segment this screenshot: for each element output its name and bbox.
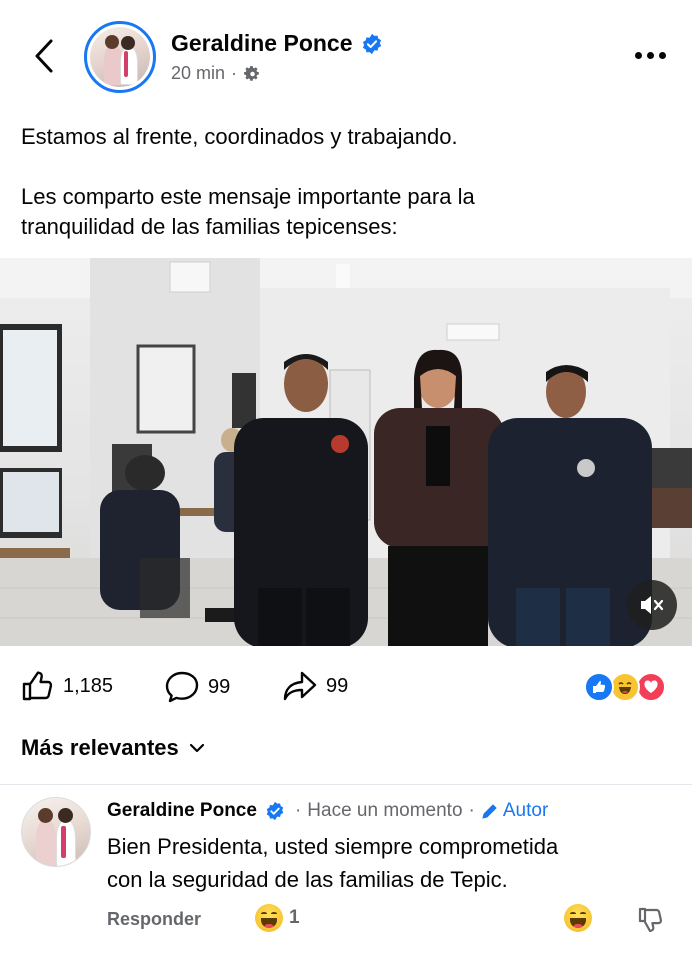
- post-video[interactable]: [0, 258, 692, 646]
- speaker-muted-icon: [641, 596, 664, 614]
- author-badge: Autor: [481, 800, 548, 822]
- post-time[interactable]: 20 min: [171, 63, 225, 84]
- comment-meta: · Hace un momento · Autor: [295, 800, 548, 822]
- like-button[interactable]: 1,185: [21, 670, 113, 702]
- comment-time: Hace un momento: [307, 800, 463, 821]
- more-dot: [646, 51, 654, 59]
- comment-count: 99: [208, 675, 231, 698]
- post-header: Geraldine Ponce 20 min ·: [0, 0, 692, 110]
- author-name-text[interactable]: Geraldine Ponce: [171, 30, 353, 57]
- comment-actions: Responder 1: [107, 904, 677, 938]
- comment-header: Geraldine Ponce · Hace un momento · Auto…: [107, 800, 548, 822]
- haha-icon: [255, 904, 283, 932]
- more-dot: [658, 51, 666, 59]
- comment-reaction-count[interactable]: 1: [255, 904, 300, 932]
- meta-separator: ·: [294, 800, 302, 821]
- love-icon: [636, 672, 666, 702]
- back-button[interactable]: [24, 34, 64, 78]
- thumbs-up-icon: [22, 671, 53, 701]
- meta-separator: ·: [468, 800, 475, 821]
- share-count: 99: [326, 674, 349, 697]
- engagement-bar: 1,185 99 99: [0, 662, 692, 712]
- verified-badge-icon: [266, 801, 284, 821]
- mute-button[interactable]: [627, 580, 677, 630]
- more-options-button[interactable]: [628, 40, 672, 70]
- post-text-line-1: Estamos al frente, coordinados y trabaja…: [21, 124, 458, 149]
- author-name[interactable]: Geraldine Ponce: [171, 30, 383, 57]
- avatar-photo: [90, 27, 150, 87]
- comment-avatar[interactable]: [21, 797, 91, 867]
- reply-button[interactable]: Responder: [107, 909, 201, 930]
- chevron-left-icon: [35, 39, 53, 73]
- haha-icon: [610, 672, 640, 702]
- section-divider: [0, 784, 692, 785]
- share-button[interactable]: 99: [282, 670, 348, 702]
- pencil-icon: [482, 804, 497, 819]
- post-text-line-2: Les comparto este mensaje importante par…: [21, 184, 475, 209]
- comment-sort-dropdown[interactable]: Más relevantes: [21, 735, 205, 761]
- sort-label: Más relevantes: [21, 735, 179, 760]
- profile-avatar[interactable]: [84, 21, 156, 93]
- comment-text-line-1: Bien Presidenta, usted siempre compromet…: [107, 834, 559, 859]
- react-haha-button[interactable]: [564, 904, 592, 932]
- comment-author[interactable]: Geraldine Ponce: [107, 800, 257, 822]
- verified-badge-icon: [362, 33, 381, 54]
- post-text-line-3: tranquilidad de las familias tepicenses:: [21, 214, 398, 239]
- comment-text-line-2: con la seguridad de las familias de Tepi…: [107, 867, 508, 892]
- gear-icon[interactable]: [243, 65, 261, 83]
- comment-bubble-icon: [165, 671, 199, 703]
- like-icon: [584, 672, 614, 702]
- chevron-down-icon: [189, 743, 204, 753]
- reaction-summary[interactable]: [584, 672, 674, 702]
- comment-reaction-number: 1: [289, 907, 300, 928]
- like-count: 1,185: [63, 674, 114, 697]
- post-meta: 20 min ·: [171, 63, 261, 84]
- comment-text: Bien Presidenta, usted siempre compromet…: [107, 830, 667, 896]
- share-arrow-icon: [283, 671, 317, 701]
- video-frame: [0, 258, 692, 646]
- meta-separator: ·: [231, 63, 238, 83]
- thumbs-down-icon[interactable]: [636, 906, 664, 934]
- more-dots-icon: [634, 51, 642, 59]
- comment-button[interactable]: 99: [164, 670, 230, 704]
- author-badge-label: Autor: [502, 800, 549, 821]
